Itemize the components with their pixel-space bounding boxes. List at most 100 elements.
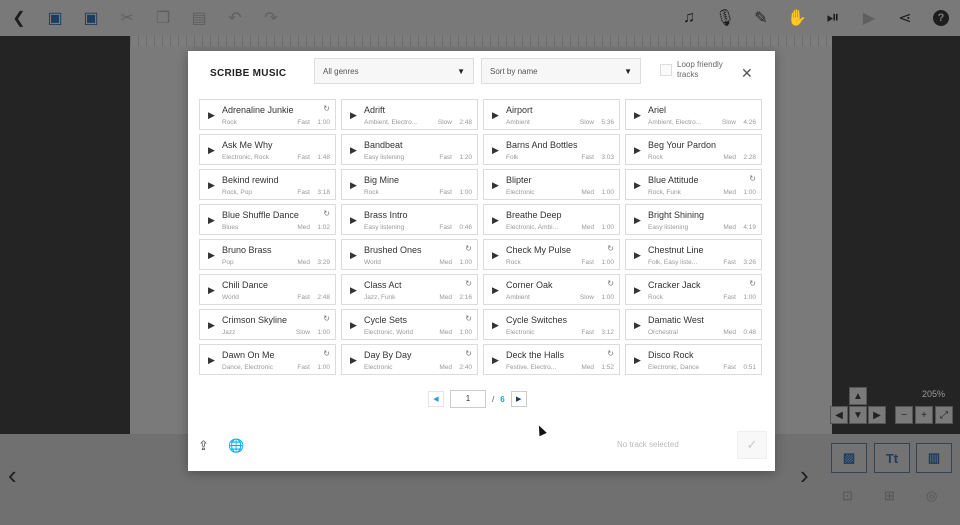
track-card[interactable]: ▶ Big Mine Rock Fast 1:00: [341, 169, 478, 200]
play-icon[interactable]: ▶: [208, 145, 215, 156]
track-card[interactable]: ▶ Bright Shining Easy listening Med 4:19: [625, 204, 762, 235]
play-icon[interactable]: ▶: [350, 320, 357, 331]
fit-screen-icon[interactable]: ⤢: [935, 406, 953, 424]
prev-scene-icon[interactable]: ‹: [8, 460, 17, 491]
track-card[interactable]: ▶ Blue Attitude Rock, Funk Med 1:00 ↻: [625, 169, 762, 200]
close-icon[interactable]: ✕: [741, 65, 753, 82]
play-icon[interactable]: ▶: [492, 285, 499, 296]
track-card[interactable]: ▶ Crimson Skyline Jazz Slow 1:00 ↻: [199, 309, 336, 340]
play-icon[interactable]: ▶: [208, 355, 215, 366]
help-button[interactable]: ?: [926, 3, 956, 33]
back-icon[interactable]: ❮: [4, 3, 34, 33]
prev-page-icon[interactable]: ◀: [428, 391, 444, 407]
confirm-button[interactable]: ✓: [737, 431, 767, 459]
play-from-icon[interactable]: ⏯: [818, 3, 848, 33]
track-card[interactable]: ▶ Blipter Electronic Med 1:00: [483, 169, 620, 200]
track-card[interactable]: ▶ Blue Shuffle Dance Blues Med 1:02 ↻: [199, 204, 336, 235]
music-note-icon[interactable]: ♫: [674, 3, 704, 33]
upload-icon[interactable]: ⇪: [198, 438, 209, 454]
track-card[interactable]: ▶ Cycle Switches Electronic Fast 3:12: [483, 309, 620, 340]
track-card[interactable]: ▶ Ask Me Why Electronic, Rock Fast 1:48: [199, 134, 336, 165]
microphone-icon[interactable]: 🎙: [710, 3, 740, 33]
next-scene-icon[interactable]: ›: [800, 460, 809, 491]
track-card[interactable]: ▶ Class Act Jazz, Funk Med 2:16 ↻: [341, 274, 478, 305]
track-card[interactable]: ▶ Cracker Jack Rock Fast 1:00 ↻: [625, 274, 762, 305]
track-card[interactable]: ▶ Damatic West Orchestral Med 0:48: [625, 309, 762, 340]
track-card[interactable]: ▶ Brushed Ones World Med 1:00 ↻: [341, 239, 478, 270]
play-icon[interactable]: ▶: [208, 285, 215, 296]
track-card[interactable]: ▶ Dawn On Me Dance, Electronic Fast 1:00 ↻: [199, 344, 336, 375]
track-card[interactable]: ▶ Breathe Deep Electronic, Ambi... Med 1:00: [483, 204, 620, 235]
play-icon[interactable]: ▶: [634, 110, 641, 121]
track-card[interactable]: ▶ Bekind rewind Rock, Pop Fast 3:18: [199, 169, 336, 200]
nav-left-icon[interactable]: ◀: [830, 406, 848, 424]
play-icon[interactable]: ▶: [854, 3, 884, 33]
sort-select[interactable]: Sort by name ▼: [481, 58, 641, 84]
nav-up-icon[interactable]: ▲: [849, 387, 867, 405]
play-icon[interactable]: ▶: [492, 250, 499, 261]
play-icon[interactable]: ▶: [208, 320, 215, 331]
play-icon[interactable]: ▶: [492, 215, 499, 226]
play-icon[interactable]: ▶: [634, 285, 641, 296]
play-icon[interactable]: ▶: [492, 355, 499, 366]
track-card[interactable]: ▶ Bandbeat Easy listening Fast 1:20: [341, 134, 478, 165]
track-card[interactable]: ▶ Corner Oak Ambient Slow 1:00 ↻: [483, 274, 620, 305]
track-card[interactable]: ▶ Brass Intro Easy listening Fast 0:46: [341, 204, 478, 235]
add-image-button[interactable]: ▨: [831, 443, 867, 473]
play-icon[interactable]: ▶: [350, 180, 357, 191]
next-page-icon[interactable]: ▶: [510, 391, 527, 407]
track-card[interactable]: ▶ Bruno Brass Pop Med 3:29: [199, 239, 336, 270]
play-icon[interactable]: ▶: [634, 355, 641, 366]
nav-right-icon[interactable]: ▶: [868, 406, 886, 424]
visibility-icon[interactable]: ◎: [926, 488, 937, 504]
track-card[interactable]: ▶ Barns And Bottles Folk Fast 3:03: [483, 134, 620, 165]
add-text-button[interactable]: Tt: [874, 443, 910, 473]
play-icon[interactable]: ▶: [492, 180, 499, 191]
copy-icon[interactable]: ❐: [148, 3, 178, 33]
nav-down-icon[interactable]: ▼: [849, 406, 867, 424]
track-card[interactable]: ▶ Check My Pulse Rock Fast 1:00 ↻: [483, 239, 620, 270]
play-icon[interactable]: ▶: [492, 145, 499, 156]
play-icon[interactable]: ▶: [350, 215, 357, 226]
track-card[interactable]: ▶ Cycle Sets Electronic, World Med 1:00 ↻: [341, 309, 478, 340]
track-card[interactable]: ▶ Day By Day Electronic Med 2:40 ↻: [341, 344, 478, 375]
track-card[interactable]: ▶ Chili Dance World Fast 2:48: [199, 274, 336, 305]
arrange-icon[interactable]: ⊞: [884, 488, 895, 504]
paste-icon[interactable]: ▤: [184, 3, 214, 33]
track-card[interactable]: ▶ Beg Your Pardon Rock Med 2:28: [625, 134, 762, 165]
play-icon[interactable]: ▶: [208, 110, 215, 121]
track-card[interactable]: ▶ Airport Ambient Slow 5:36: [483, 99, 620, 130]
brush-icon[interactable]: ✎: [746, 3, 776, 33]
play-icon[interactable]: ▶: [350, 110, 357, 121]
play-icon[interactable]: ▶: [208, 215, 215, 226]
save-icon[interactable]: ▣: [40, 3, 70, 33]
undo-icon[interactable]: ↶: [220, 3, 250, 33]
genre-select[interactable]: All genres ▼: [314, 58, 474, 84]
cut-icon[interactable]: ✂: [112, 3, 142, 33]
track-card[interactable]: ▶ Ariel Ambient, Electro... Slow 4:26: [625, 99, 762, 130]
play-icon[interactable]: ▶: [492, 320, 499, 331]
track-card[interactable]: ▶ Deck the Halls Festive, Electro... Med 1:5…: [483, 344, 620, 375]
track-card[interactable]: ▶ Adrift Ambient, Electro... Slow 2:48: [341, 99, 478, 130]
share-icon[interactable]: ⋖: [890, 3, 920, 33]
play-icon[interactable]: ▶: [634, 320, 641, 331]
play-icon[interactable]: ▶: [634, 215, 641, 226]
play-icon[interactable]: ▶: [634, 180, 641, 191]
zoom-in-icon[interactable]: +: [915, 406, 933, 424]
track-card[interactable]: ▶ Disco Rock Electronic, Dance Fast 0:51: [625, 344, 762, 375]
add-chart-button[interactable]: ▥: [916, 443, 952, 473]
play-icon[interactable]: ▶: [492, 110, 499, 121]
play-icon[interactable]: ▶: [350, 145, 357, 156]
zoom-out-icon[interactable]: −: [895, 406, 913, 424]
track-card[interactable]: ▶ Chestnut Line Folk, Easy liste... Fast 3:2…: [625, 239, 762, 270]
play-icon[interactable]: ▶: [350, 250, 357, 261]
track-card[interactable]: ▶ Adrenaline Junkie Rock Fast 1:00 ↻: [199, 99, 336, 130]
play-icon[interactable]: ▶: [350, 355, 357, 366]
element-icon[interactable]: ⊡: [842, 488, 853, 504]
play-icon[interactable]: ▶: [634, 250, 641, 261]
globe-icon[interactable]: 🌐: [228, 438, 244, 454]
save-as-icon[interactable]: ▣: [76, 3, 106, 33]
play-icon[interactable]: ▶: [208, 180, 215, 191]
play-icon[interactable]: ▶: [634, 145, 641, 156]
redo-icon[interactable]: ↷: [256, 3, 286, 33]
